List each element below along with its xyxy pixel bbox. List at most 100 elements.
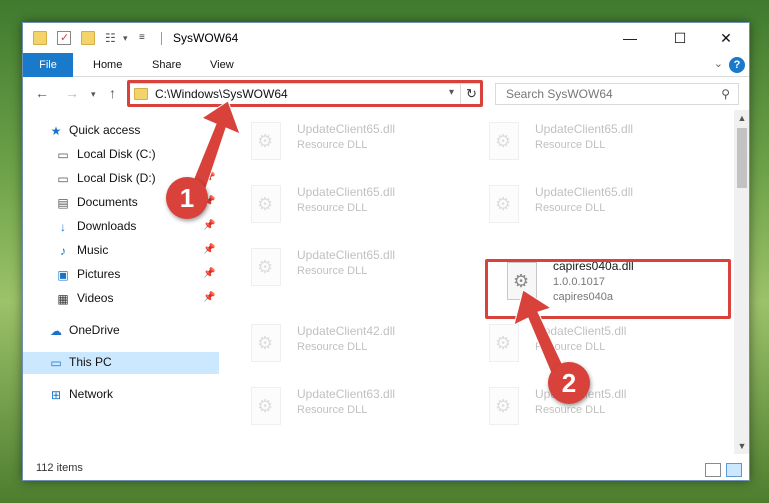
quick-access-dropdown-icon[interactable]: ▾ [123, 31, 137, 45]
sidebar-item-this-pc[interactable]: ▭ This PC [23, 352, 219, 374]
sidebar-item-music[interactable]: ♪ Music 📌 [23, 240, 219, 262]
sidebar-item-label: Music [77, 243, 109, 257]
file-description: Resource DLL [535, 404, 606, 416]
music-icon: ♪ [60, 244, 66, 258]
address-highlight-box [127, 80, 483, 107]
highlight-box [485, 259, 731, 319]
tab-view[interactable]: View [210, 53, 234, 77]
file-description: Resource DLL [297, 139, 368, 151]
gear-icon: ⚙ [257, 333, 274, 353]
gear-icon: ⚙ [257, 194, 274, 214]
back-icon[interactable]: ← [35, 85, 49, 101]
network-icon: ⊞ [50, 388, 62, 402]
sidebar-item-downloads[interactable]: ↓ Downloads 📌 [23, 216, 219, 238]
file-list: ⚙ UpdateClient65.dll Resource DLL ⚙ Upda… [229, 110, 733, 454]
search-input[interactable]: Search SysWOW64 ⚲ [495, 83, 739, 105]
pin-icon: 📌 [203, 244, 216, 255]
gear-icon: ⚙ [495, 131, 512, 151]
file-item[interactable]: ⚙ UpdateClient65.dll Resource DLL [481, 118, 711, 176]
computer-icon: ▭ [50, 356, 62, 370]
file-item[interactable]: ⚙ UpdateClient5.dll Resource DLL [481, 320, 711, 378]
sidebar-item-label: Documents [77, 195, 138, 209]
dll-file-icon: ⚙ [489, 387, 519, 425]
close-button[interactable]: ✕ [703, 23, 749, 53]
file-description: Resource DLL [535, 139, 606, 151]
videos-icon: ▦ [57, 292, 69, 306]
item-count: 112 items [36, 462, 83, 474]
scroll-down-icon[interactable]: ▼ [734, 438, 749, 454]
dll-file-icon: ⚙ [251, 122, 281, 160]
tab-share[interactable]: Share [152, 53, 181, 77]
sidebar-item-onedrive[interactable]: ☁ OneDrive [23, 320, 219, 342]
sidebar-item-pictures[interactable]: ▣ Pictures 📌 [23, 264, 219, 286]
sidebar-item-label: Videos [77, 291, 114, 305]
vertical-scrollbar[interactable]: ▲ ▼ [734, 110, 749, 454]
file-description: Resource DLL [535, 202, 606, 214]
sidebar-item-label: Quick access [69, 123, 141, 137]
step-2-badge: 2 [548, 362, 590, 404]
file-description: Resource DLL [297, 202, 368, 214]
sidebar-item-label: OneDrive [69, 323, 120, 337]
status-bar: 112 items [23, 459, 749, 480]
pin-icon: 📌 [203, 292, 216, 303]
file-item[interactable]: ⚙ UpdateClient65.dll Resource DLL [243, 244, 473, 302]
tab-home[interactable]: Home [93, 53, 122, 77]
dll-file-icon: ⚙ [489, 324, 519, 362]
file-name: UpdateClient42.dll [297, 324, 396, 338]
file-item[interactable]: ⚙ UpdateClient5.dll Resource DLL [481, 383, 711, 441]
gear-icon: ⚙ [257, 396, 274, 416]
recent-locations-icon[interactable]: ▾ [91, 89, 96, 100]
dll-file-icon: ⚙ [251, 387, 281, 425]
properties-icon[interactable]: ✓ [57, 31, 71, 45]
file-description: Resource DLL [535, 341, 606, 353]
sidebar-item-label: Downloads [77, 219, 137, 233]
sidebar-item-quick-access[interactable]: ★ Quick access [23, 120, 219, 142]
star-icon: ★ [50, 124, 62, 138]
sidebar-item-videos[interactable]: ▦ Videos 📌 [23, 288, 219, 310]
details-view-icon[interactable] [705, 463, 721, 477]
file-item[interactable]: ⚙ UpdateClient65.dll Resource DLL [243, 118, 473, 176]
dll-file-icon: ⚙ [489, 185, 519, 223]
search-placeholder: Search SysWOW64 [506, 87, 613, 101]
help-icon[interactable]: ? [729, 57, 745, 73]
file-item[interactable]: ⚙ UpdateClient63.dll Resource DLL [243, 383, 473, 441]
sidebar-item-label: This PC [69, 355, 112, 369]
customize-icon[interactable]: ☷ [105, 31, 119, 45]
sidebar-item-local-disk-c[interactable]: ▭ Local Disk (C:) [23, 144, 219, 166]
forward-icon[interactable]: → [65, 85, 79, 101]
dll-file-icon: ⚙ [489, 122, 519, 160]
maximize-button[interactable]: ☐ [657, 23, 703, 53]
window-title: SysWOW64 [173, 31, 239, 45]
minimize-button[interactable]: — [607, 23, 653, 53]
qat-pin-icon[interactable]: ≡ [139, 31, 153, 45]
title-separator [161, 32, 162, 45]
dll-file-icon: ⚙ [251, 248, 281, 286]
sidebar-item-network[interactable]: ⊞ Network [23, 384, 219, 406]
scroll-up-icon[interactable]: ▲ [734, 110, 749, 126]
navigation-pane: ★ Quick access ▭ Local Disk (C:) ▭ Local… [23, 110, 219, 454]
search-icon[interactable]: ⚲ [721, 87, 730, 101]
ribbon-tabs: File Home Share View ⌄ ? [23, 53, 749, 77]
dll-file-icon: ⚙ [251, 185, 281, 223]
drive-icon: ▭ [57, 148, 69, 162]
new-folder-icon[interactable] [81, 31, 95, 45]
file-item[interactable]: ⚙ UpdateClient65.dll Resource DLL [481, 181, 711, 239]
pictures-icon: ▣ [57, 268, 69, 282]
file-name: UpdateClient65.dll [535, 185, 634, 199]
gear-icon: ⚙ [257, 257, 274, 277]
tiles-view-icon[interactable] [726, 463, 742, 477]
gear-icon: ⚙ [495, 194, 512, 214]
step-1-badge: 1 [166, 177, 208, 219]
file-item[interactable]: ⚙ UpdateClient65.dll Resource DLL [243, 181, 473, 239]
dll-file-icon: ⚙ [251, 324, 281, 362]
file-name: UpdateClient65.dll [297, 122, 396, 136]
file-name: UpdateClient63.dll [297, 387, 396, 401]
scroll-thumb[interactable] [737, 128, 747, 188]
gear-icon: ⚙ [495, 396, 512, 416]
file-item[interactable]: ⚙ UpdateClient42.dll Resource DLL [243, 320, 473, 378]
ribbon-expand-icon[interactable]: ⌄ [714, 57, 723, 70]
documents-icon: ▤ [57, 196, 69, 210]
folder-icon [33, 31, 47, 45]
tab-file[interactable]: File [23, 53, 73, 77]
up-icon[interactable]: ↑ [109, 85, 116, 101]
